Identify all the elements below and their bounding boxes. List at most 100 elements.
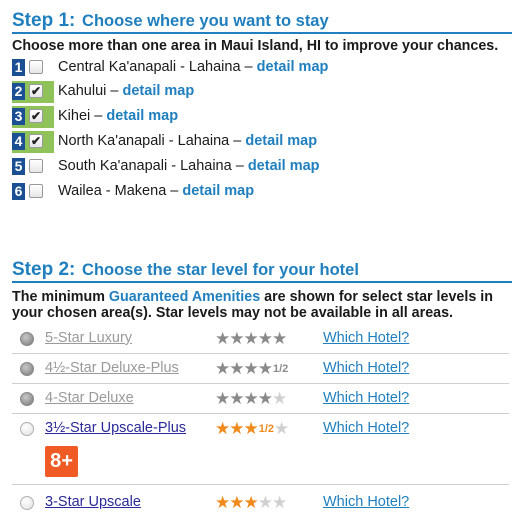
star-level-link[interactable]: 3½-Star Upscale-Plus xyxy=(45,420,186,436)
area-number-badge: 4 xyxy=(12,133,25,150)
step2-title-text: Choose the star level for your hotel xyxy=(82,261,359,279)
star-rating: ★★★★1/2 xyxy=(215,360,288,378)
area-name: South Ka'anapali - Lahaina – xyxy=(58,158,244,174)
star-icon: ★ xyxy=(215,329,230,348)
radio-icon[interactable] xyxy=(20,362,34,376)
checkbox-icon[interactable] xyxy=(29,159,43,173)
star-level-link[interactable]: 3-Star Upscale xyxy=(45,494,141,510)
checkbox-icon[interactable]: ✔ xyxy=(29,84,43,98)
star-icon: ★ xyxy=(257,329,273,348)
guaranteed-amenities-link[interactable]: Guaranteed Amenities xyxy=(109,289,260,305)
radio-icon[interactable] xyxy=(20,496,34,510)
area-name: Wailea - Makena – xyxy=(58,183,179,199)
star-level-row-5[interactable]: 5-Star Luxury ★★★★★ Which Hotel? xyxy=(12,324,509,354)
star-level-link[interactable]: 4½-Star Deluxe-Plus xyxy=(45,360,179,376)
star-icon: ★ xyxy=(215,359,230,378)
which-hotel-link[interactable]: Which Hotel? xyxy=(323,360,409,376)
step2-title: Step 2: Choose the star level for your h… xyxy=(12,254,359,282)
star-icon: ★ xyxy=(257,389,273,408)
area-label: Central Ka'anapali - Lahaina – detail ma… xyxy=(58,59,328,75)
star-icon: ★ xyxy=(257,493,273,512)
step1-title-text: Choose where you want to stay xyxy=(82,12,329,30)
star-icon: ★ xyxy=(229,419,244,438)
star-icon: ★ xyxy=(215,493,230,512)
star-icon: ★ xyxy=(229,359,244,378)
area-row-4[interactable]: 4 ✔ North Ka'anapali - Lahaina – detail … xyxy=(12,131,352,153)
step2-intro-start: The minimum xyxy=(12,289,105,305)
area-label: Kihei – detail map xyxy=(58,108,178,124)
area-row-3[interactable]: 3 ✔ Kihei – detail map xyxy=(12,106,352,128)
checkbox-icon[interactable]: ✔ xyxy=(29,134,43,148)
checkbox-icon[interactable] xyxy=(29,60,43,74)
age-8-plus-badge: 8+ xyxy=(45,446,78,477)
which-hotel-link[interactable]: Which Hotel? xyxy=(323,390,409,406)
radio-icon[interactable] xyxy=(20,422,34,436)
detail-map-link[interactable]: detail map xyxy=(248,158,320,174)
detail-map-link[interactable]: detail map xyxy=(257,59,329,75)
step1-intro: Choose more than one area in Maui Island… xyxy=(12,38,499,54)
detail-map-link[interactable]: detail map xyxy=(245,133,317,149)
star-icon: ★ xyxy=(243,329,259,348)
star-level-link[interactable]: 5-Star Luxury xyxy=(45,330,132,346)
step2-title-num: Step 2: xyxy=(12,259,76,280)
star-icon: ★ xyxy=(243,359,259,378)
star-icon: ★ xyxy=(215,419,230,438)
star-icon: ★ xyxy=(229,329,244,348)
star-icon: ★ xyxy=(272,389,287,408)
area-name: Kihei – xyxy=(58,108,103,124)
area-row-5[interactable]: 5 South Ka'anapali - Lahaina – detail ma… xyxy=(12,156,352,178)
area-name: Central Ka'anapali - Lahaina – xyxy=(58,59,253,75)
area-name: North Ka'anapali - Lahaina – xyxy=(58,133,242,149)
star-icon: ★ xyxy=(243,419,259,438)
step1-title-num: Step 1: xyxy=(12,10,76,31)
area-label: South Ka'anapali - Lahaina – detail map xyxy=(58,158,320,174)
star-icon: ★ xyxy=(215,389,230,408)
which-hotel-link[interactable]: Which Hotel? xyxy=(323,494,409,510)
area-number-badge: 1 xyxy=(12,59,25,76)
area-label: Wailea - Makena – detail map xyxy=(58,183,254,199)
star-icon: ★ xyxy=(229,493,244,512)
step2-intro: The minimum Guaranteed Amenities are sho… xyxy=(12,289,512,321)
star-icon: ★ xyxy=(272,493,287,512)
step1-title: Step 1: Choose where you want to stay xyxy=(12,5,329,33)
step2-divider xyxy=(12,281,512,283)
star-icon: ★ xyxy=(274,419,289,438)
star-rating: ★★★★★ xyxy=(215,493,287,512)
area-label: North Ka'anapali - Lahaina – detail map xyxy=(58,133,317,149)
star-level-row-3[interactable]: 3-Star Upscale ★★★★★ Which Hotel? xyxy=(12,488,509,517)
star-icon: ★ xyxy=(257,359,273,378)
area-row-1[interactable]: 1 Central Ka'anapali - Lahaina – detail … xyxy=(12,57,352,79)
area-number-badge: 2 xyxy=(12,83,25,100)
half-star-label: 1/2 xyxy=(258,423,275,435)
star-level-link[interactable]: 4-Star Deluxe xyxy=(45,390,134,406)
area-number-badge: 6 xyxy=(12,183,25,200)
detail-map-link[interactable]: detail map xyxy=(123,83,195,99)
star-icon: ★ xyxy=(229,389,244,408)
area-label: Kahului – detail map xyxy=(58,83,194,99)
star-level-row-4[interactable]: 4-Star Deluxe ★★★★★ Which Hotel? xyxy=(12,384,509,414)
area-name: Kahului – xyxy=(58,83,119,99)
area-number-badge: 5 xyxy=(12,158,25,175)
which-hotel-link[interactable]: Which Hotel? xyxy=(323,330,409,346)
area-number-badge: 3 xyxy=(12,108,25,125)
detail-map-link[interactable]: detail map xyxy=(106,108,178,124)
detail-map-link[interactable]: detail map xyxy=(182,183,254,199)
star-rating: ★★★1/2★ xyxy=(215,419,289,438)
checkbox-icon[interactable]: ✔ xyxy=(29,109,43,123)
area-row-6[interactable]: 6 Wailea - Makena – detail map xyxy=(12,181,352,203)
row-divider xyxy=(12,484,509,485)
checkbox-icon[interactable] xyxy=(29,184,43,198)
star-rating: ★★★★★ xyxy=(215,329,287,348)
star-icon: ★ xyxy=(243,493,259,512)
area-row-2[interactable]: 2 ✔ Kahului – detail map xyxy=(12,81,352,103)
radio-icon[interactable] xyxy=(20,392,34,406)
star-level-row-4-5[interactable]: 4½-Star Deluxe-Plus ★★★★1/2 Which Hotel? xyxy=(12,354,509,384)
radio-icon[interactable] xyxy=(20,332,34,346)
step1-divider xyxy=(12,32,512,34)
star-level-row-3-5[interactable]: 3½-Star Upscale-Plus ★★★1/2★ Which Hotel… xyxy=(12,414,509,443)
star-icon: ★ xyxy=(243,389,259,408)
half-star-label: 1/2 xyxy=(273,363,289,375)
star-rating: ★★★★★ xyxy=(215,389,287,408)
star-icon: ★ xyxy=(272,329,287,348)
which-hotel-link[interactable]: Which Hotel? xyxy=(323,420,409,436)
